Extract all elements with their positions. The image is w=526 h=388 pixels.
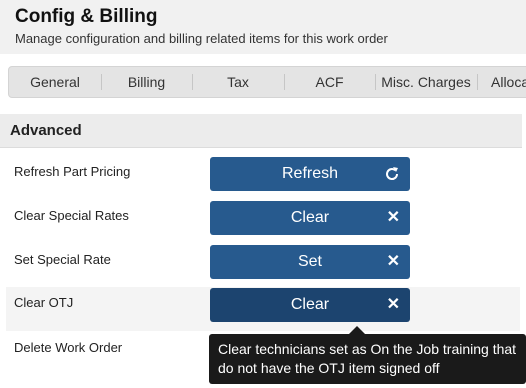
set-special-rate-button[interactable]: Set ✕ [210, 245, 410, 279]
page-header: Config & Billing Manage configuration an… [0, 0, 526, 54]
close-icon: ✕ [386, 209, 400, 226]
page-subtitle: Manage configuration and billing related… [15, 31, 388, 46]
close-icon: ✕ [386, 253, 400, 270]
tab-billing[interactable]: Billing [101, 67, 192, 97]
button-label: Clear [290, 296, 330, 313]
tab-divider [477, 74, 478, 90]
page-title: Config & Billing [15, 6, 158, 27]
refresh-button[interactable]: Refresh [210, 157, 410, 191]
tooltip-arrow [349, 326, 365, 334]
row-label: Delete Work Order [14, 340, 123, 355]
tab-acf[interactable]: ACF [284, 67, 375, 97]
button-label: Clear [290, 209, 330, 226]
row-label: Refresh Part Pricing [14, 164, 131, 179]
button-label: Set [297, 253, 322, 270]
row-label: Clear OTJ [14, 295, 74, 310]
clear-otj-button[interactable]: Clear ✕ [210, 288, 410, 322]
row-set-special-rate: Set Special Rate Set ✕ [6, 244, 520, 288]
tooltip: Clear technicians set as On the Job trai… [209, 334, 526, 384]
row-label: Clear Special Rates [14, 208, 129, 223]
clear-special-rates-button[interactable]: Clear ✕ [210, 201, 410, 235]
tab-misc-charges[interactable]: Misc. Charges [375, 67, 477, 97]
tab-tax[interactable]: Tax [192, 67, 284, 97]
panel-header: Advanced [0, 114, 522, 148]
tab-bar: General Billing Tax ACF Misc. Charges Al… [8, 66, 526, 98]
panel-title: Advanced [10, 122, 82, 139]
button-label: Refresh [281, 165, 339, 182]
row-clear-otj: Clear OTJ Clear ✕ [6, 287, 520, 331]
row-clear-special-rates: Clear Special Rates Clear ✕ [6, 200, 520, 244]
refresh-icon [384, 157, 400, 191]
row-refresh-part-pricing: Refresh Part Pricing Refresh [6, 156, 520, 200]
row-label: Set Special Rate [14, 252, 111, 267]
tab-general[interactable]: General [9, 67, 101, 97]
tab-allocations[interactable]: Alloca [479, 67, 526, 97]
close-icon: ✕ [386, 296, 400, 313]
